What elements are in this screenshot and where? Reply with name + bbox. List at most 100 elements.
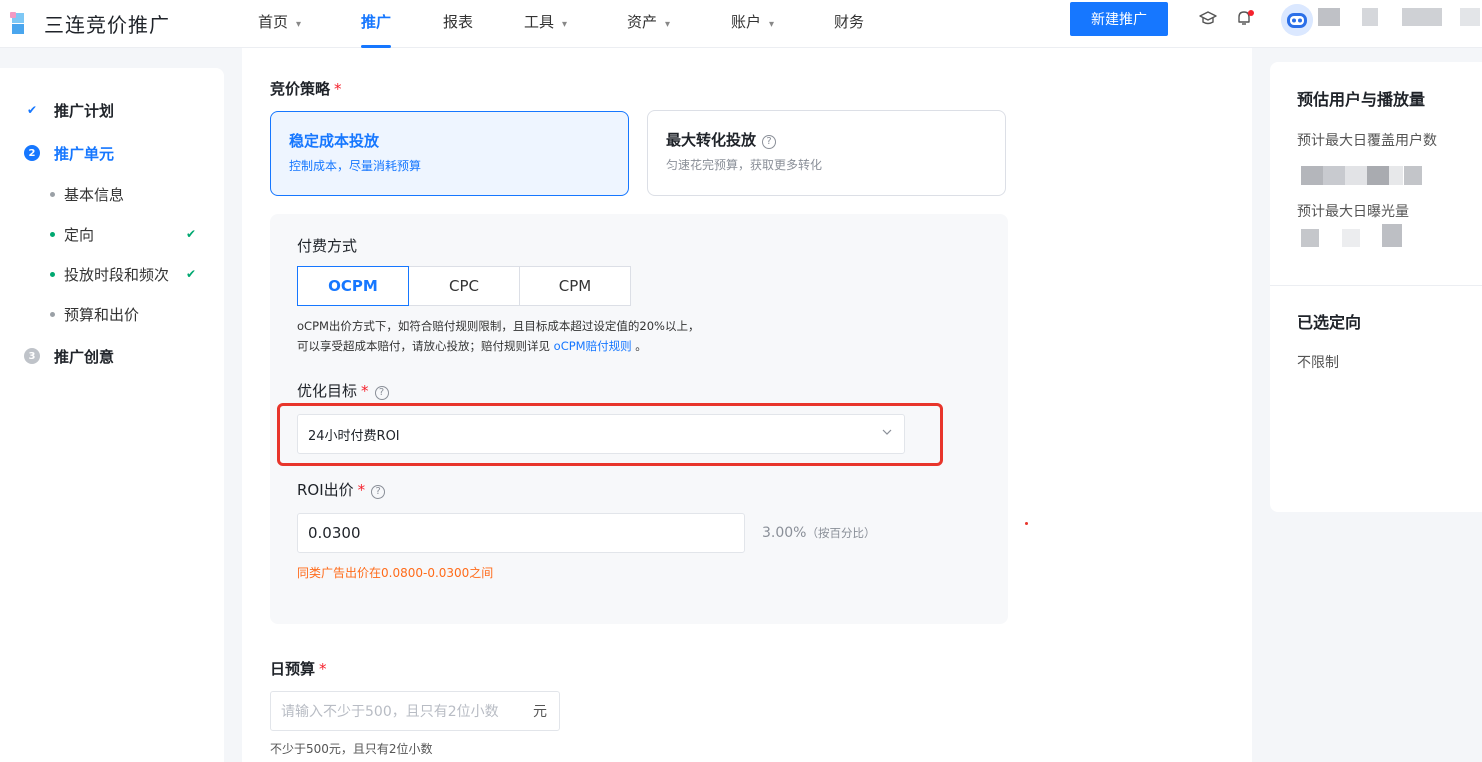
- optimization-goal-label: 优化目标 *?: [297, 380, 389, 401]
- input-value: 0.0300: [308, 524, 361, 542]
- chevron-down-icon: ▾: [769, 19, 775, 30]
- step-number-icon: 3: [24, 348, 40, 364]
- panel-divider: [1270, 285, 1482, 286]
- logo-text: 三连竞价推广: [44, 12, 170, 37]
- payment-option-cpm[interactable]: CPM: [519, 266, 631, 306]
- redacted-value: [1367, 166, 1389, 185]
- check-icon: ✔: [186, 227, 197, 241]
- card-desc: 控制成本，尽量消耗预算: [289, 159, 422, 173]
- label-text: 日预算: [270, 660, 316, 678]
- selected-targeting-title: 已选定向: [1297, 313, 1362, 332]
- required-mark: *: [357, 481, 366, 499]
- required-mark: *: [334, 80, 342, 98]
- currency-unit: 元: [533, 704, 547, 720]
- redacted-value: [1323, 166, 1345, 185]
- step-label: 推广单元: [54, 144, 115, 163]
- annotation-dot: [1025, 522, 1028, 525]
- redacted-username: [1318, 8, 1340, 26]
- nav-item-account[interactable]: 账户 ▾: [731, 0, 774, 48]
- card-desc: 匀速花完预算，获取更多转化: [666, 158, 823, 172]
- ocpm-note-line1: oCPM出价方式下，如符合赔付规则限制，且目标成本超过设定值的20%以上，: [297, 319, 700, 333]
- estimate-title: 预估用户与播放量: [1297, 90, 1426, 109]
- redacted-value: [1345, 166, 1367, 185]
- nav-item-promotion[interactable]: 推广: [361, 0, 392, 48]
- percent-value: 3.00%: [762, 525, 807, 541]
- new-promotion-button[interactable]: 新建推广: [1070, 2, 1168, 36]
- ocpm-note-line2: 可以享受超成本赔付，请放心投放；赔付规则详见 oCPM赔付规则 。: [297, 338, 647, 354]
- label-text: 竞价策略: [270, 80, 331, 98]
- redacted-username: [1460, 8, 1480, 26]
- step-sidebar: ✔ 推广计划 2 推广单元 基本信息 定向 ✔ 投放时段和频次 ✔ 预算和出价 …: [0, 68, 224, 762]
- percent-note: （按百分比）: [806, 526, 876, 540]
- nav-item-home[interactable]: 首页 ▾: [258, 0, 301, 48]
- nav-item-label: 资产: [627, 13, 658, 31]
- nav-item-label: 推广: [361, 13, 392, 31]
- chevron-down-icon: ▾: [562, 19, 568, 30]
- step-label: 推广计划: [54, 101, 115, 120]
- sub-item-basic-info[interactable]: 基本信息: [50, 184, 124, 204]
- top-nav-bar: 三连竞价推广 首页 ▾ 推广 报表 工具 ▾ 资产 ▾ 账户 ▾ 财务 新建推广: [0, 0, 1482, 48]
- nav-item-label: 工具: [524, 13, 555, 31]
- help-icon[interactable]: ?: [371, 485, 386, 499]
- estimate-panel: 预估用户与播放量 预计最大日覆盖用户数 预计最大日曝光量 已选定向 不限制: [1270, 62, 1482, 512]
- nav-item-finance[interactable]: 财务: [834, 0, 864, 48]
- redacted-value: [1301, 166, 1323, 185]
- sub-item-label: 基本信息: [64, 185, 125, 204]
- sub-item-schedule-frequency[interactable]: 投放时段和频次: [50, 264, 169, 284]
- avatar[interactable]: [1281, 4, 1313, 36]
- roi-bid-hint: 同类广告出价在0.0800-0.0300之间: [297, 566, 494, 580]
- redacted-value: [1382, 224, 1402, 247]
- step-promotion-unit[interactable]: 2 推广单元: [24, 142, 114, 164]
- roi-bid-input[interactable]: 0.0300: [297, 513, 745, 553]
- sub-item-label: 定向: [64, 225, 95, 244]
- nav-item-assets[interactable]: 资产 ▾: [627, 0, 670, 48]
- redacted-value: [1301, 229, 1319, 247]
- roi-percent-display: 3.00%（按百分比）: [762, 525, 875, 541]
- daily-budget-input[interactable]: 请输入不少于500，且只有2位小数 元: [270, 691, 560, 731]
- redacted-value: [1389, 166, 1403, 185]
- step-number-icon: 2: [24, 145, 40, 161]
- sub-item-budget-bid[interactable]: 预算和出价: [50, 304, 139, 324]
- input-placeholder: 请输入不少于500，且只有2位小数: [281, 704, 499, 720]
- help-icon[interactable]: ?: [762, 135, 777, 149]
- bullet-dot: [50, 231, 55, 237]
- bidding-strategy-label: 竞价策略 *: [270, 78, 342, 99]
- redacted-value: [1342, 229, 1360, 247]
- sub-item-label: 预算和出价: [64, 305, 140, 324]
- nav-item-reports[interactable]: 报表: [443, 0, 473, 48]
- ocpm-compensation-rules-link[interactable]: oCPM赔付规则: [554, 339, 632, 353]
- step-label: 推广创意: [54, 347, 115, 366]
- chevron-down-icon: ▾: [665, 19, 671, 30]
- nav-item-tools[interactable]: 工具 ▾: [524, 0, 567, 48]
- redacted-username: [1402, 8, 1442, 26]
- payment-option-ocpm[interactable]: OCPM: [297, 266, 409, 306]
- daily-budget-note: 不少于500元，且只有2位小数: [270, 742, 433, 756]
- note-text: 可以享受超成本赔付，请放心投放；赔付规则详见: [297, 339, 554, 353]
- required-mark: *: [319, 660, 327, 678]
- strategy-card-stable-cost[interactable]: 稳定成本投放 控制成本，尽量消耗预算: [270, 111, 629, 196]
- payment-option-cpc[interactable]: CPC: [408, 266, 520, 306]
- card-title: 最大转化投放: [666, 131, 757, 149]
- logo-icon: [10, 12, 36, 34]
- notification-dot: [1248, 10, 1254, 16]
- nav-item-label: 报表: [443, 13, 474, 31]
- payment-method-segmented: OCPM CPC CPM: [297, 266, 631, 306]
- bullet-dot: [50, 191, 55, 197]
- nav-item-label: 账户: [731, 13, 762, 31]
- highlight-annotation-box: [277, 403, 943, 466]
- graduation-cap-icon[interactable]: [1198, 8, 1218, 28]
- bullet-dot: [50, 311, 55, 317]
- step-promotion-creative[interactable]: 3 推广创意: [24, 345, 114, 367]
- strategy-card-max-conversion[interactable]: 最大转化投放? 匀速花完预算，获取更多转化: [647, 110, 1006, 196]
- required-mark: *: [361, 382, 369, 400]
- help-icon[interactable]: ?: [374, 386, 389, 400]
- note-text: 。: [631, 339, 647, 353]
- check-icon: ✔: [26, 103, 38, 117]
- label-text: ROI出价: [297, 481, 354, 499]
- nav-item-label: 首页: [258, 13, 289, 31]
- redacted-username: [1362, 8, 1378, 26]
- redacted-value: [1404, 166, 1422, 185]
- logo[interactable]: 三连竞价推广: [10, 8, 170, 38]
- step-promotion-plan[interactable]: ✔ 推广计划: [24, 99, 114, 121]
- sub-item-targeting[interactable]: 定向: [50, 224, 94, 244]
